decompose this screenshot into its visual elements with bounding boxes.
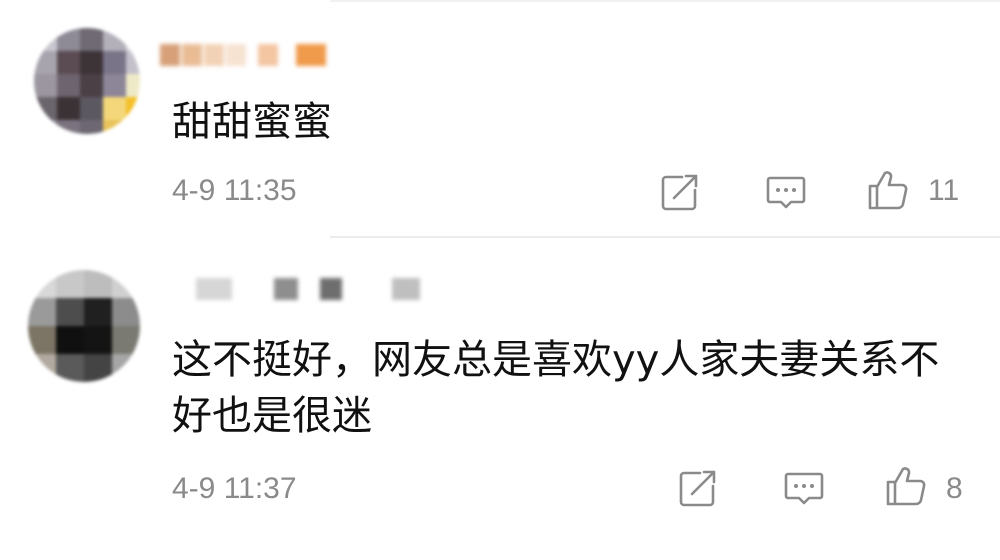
comment-text: 甜甜蜜蜜 xyxy=(172,99,332,145)
timestamp: 4-9 11:37 xyxy=(172,472,297,505)
share-button[interactable] xyxy=(676,466,720,510)
username[interactable] xyxy=(160,44,340,70)
like-button[interactable] xyxy=(884,464,928,508)
like-count: 8 xyxy=(946,472,963,505)
comment-button[interactable] xyxy=(764,170,808,214)
like-button[interactable] xyxy=(866,168,910,212)
timestamp: 4-9 11:35 xyxy=(172,174,297,207)
thumbs-up-icon xyxy=(886,467,926,506)
like-count: 11 xyxy=(928,174,960,207)
comment-item: 甜甜蜜蜜 4-9 11:35 11 xyxy=(0,0,1000,240)
comment-text: 这不挺好，网友总是喜欢yy人家夫妻关系不 好也是很迷 xyxy=(172,337,940,439)
divider xyxy=(330,236,1000,238)
comment-icon xyxy=(784,472,824,505)
divider xyxy=(330,0,1000,2)
comment-item: 这不挺好，网友总是喜欢yy人家夫妻关系不 好也是很迷 4-9 11:37 8 xyxy=(0,240,1000,560)
share-icon xyxy=(661,174,698,211)
comment-button[interactable] xyxy=(782,466,826,510)
thumbs-up-icon xyxy=(868,171,908,210)
avatar[interactable] xyxy=(34,28,140,134)
share-button[interactable] xyxy=(658,170,702,214)
avatar[interactable] xyxy=(28,270,140,382)
comment-icon xyxy=(766,176,806,209)
username[interactable] xyxy=(196,278,436,304)
share-icon xyxy=(679,470,716,507)
